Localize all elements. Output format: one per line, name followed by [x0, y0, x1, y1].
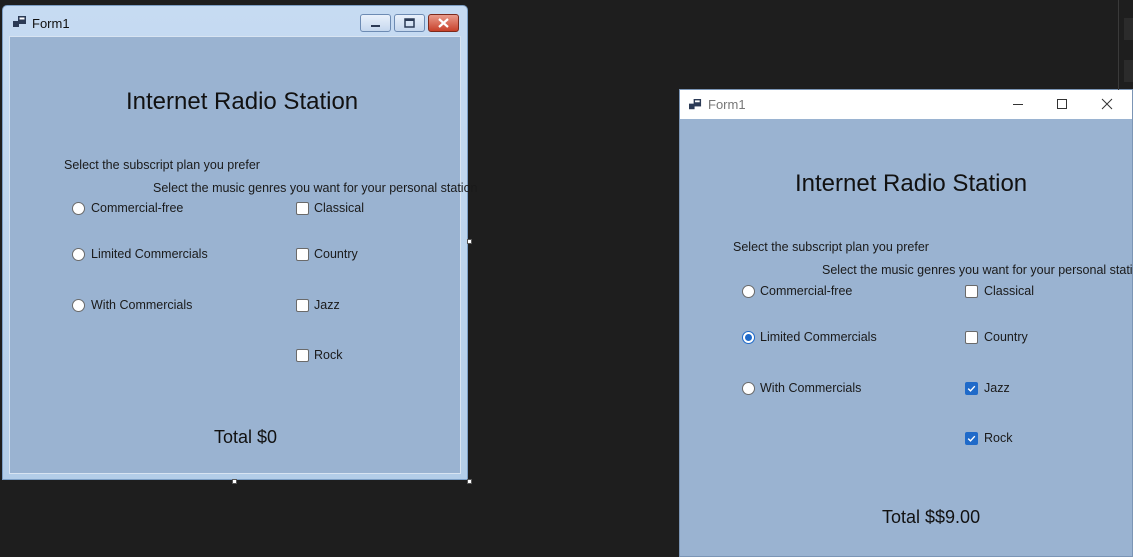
radio-label: With Commercials	[91, 298, 193, 312]
radio-label: Commercial-free	[760, 284, 853, 298]
maximize-button[interactable]	[394, 14, 425, 32]
form-heading: Internet Radio Station	[795, 170, 1028, 197]
designer-window-title: Form1	[32, 16, 70, 31]
close-button[interactable]	[428, 14, 459, 32]
radio-label: With Commercials	[760, 381, 862, 395]
checkmark-icon	[967, 385, 976, 392]
radio-label: Limited Commercials	[91, 247, 208, 261]
total-label: Total $0	[214, 427, 278, 447]
ide-panel-divider	[1118, 0, 1119, 90]
radio-button-circle[interactable]	[72, 202, 85, 215]
plan-prompt-label: Select the subscript plan you prefer	[733, 240, 929, 254]
form-app-icon	[689, 99, 702, 110]
checkbox-box-checked[interactable]	[965, 382, 978, 395]
checkbox-box[interactable]	[296, 248, 309, 261]
checkmark-icon	[967, 435, 976, 442]
radio-button-circle-selected[interactable]	[742, 331, 755, 344]
checkbox-label: Jazz	[314, 298, 340, 312]
close-icon	[1101, 98, 1113, 110]
minimize-button[interactable]	[996, 90, 1040, 119]
checkbox-label: Jazz	[984, 381, 1010, 395]
checkbox-label: Country	[984, 330, 1028, 344]
radio-button-circle[interactable]	[742, 382, 755, 395]
checkbox-box[interactable]	[965, 285, 978, 298]
minimize-button[interactable]	[360, 14, 391, 32]
checkbox-label: Classical	[314, 201, 365, 215]
maximize-icon	[1057, 99, 1067, 109]
ide-side-tab[interactable]	[1124, 60, 1133, 82]
genre-prompt-label: Select the music genres you want for you…	[153, 181, 478, 195]
close-icon	[438, 18, 449, 28]
designer-form-window[interactable]: Form1 Internet Radio Station Select the …	[2, 5, 477, 480]
checkbox-box[interactable]	[296, 349, 309, 362]
radio-button-circle[interactable]	[742, 285, 755, 298]
running-window-title: Form1	[708, 97, 746, 112]
ide-side-tab[interactable]	[1124, 18, 1133, 40]
resize-handle-right[interactable]	[467, 239, 472, 244]
total-label: Total $$9.00	[882, 507, 981, 527]
checkbox-label: Rock	[314, 348, 343, 362]
checkbox-label: Classical	[984, 284, 1035, 298]
radio-button-circle[interactable]	[72, 248, 85, 261]
form-app-icon	[13, 16, 26, 27]
form-heading: Internet Radio Station	[126, 88, 359, 115]
minimize-icon	[371, 25, 380, 27]
minimize-icon	[1013, 104, 1023, 105]
checkbox-box[interactable]	[296, 299, 309, 312]
checkbox-label: Rock	[984, 431, 1013, 445]
resize-handle-corner[interactable]	[467, 479, 472, 484]
radio-label: Commercial-free	[91, 201, 184, 215]
running-title-bar[interactable]: Form1	[680, 90, 1132, 119]
radio-button-circle[interactable]	[72, 299, 85, 312]
radio-selected-dot	[745, 334, 752, 341]
checkbox-label: Country	[314, 247, 358, 261]
close-button[interactable]	[1085, 90, 1129, 119]
maximize-button[interactable]	[1040, 90, 1084, 119]
running-form-client-area: Internet Radio Station Select the subscr…	[680, 119, 1133, 556]
resize-handle-bottom[interactable]	[232, 479, 237, 484]
designer-form-client-area: Internet Radio Station Select the subscr…	[9, 36, 477, 474]
designer-title-bar[interactable]: Form1	[3, 6, 467, 38]
checkbox-box[interactable]	[296, 202, 309, 215]
checkbox-box[interactable]	[965, 331, 978, 344]
plan-prompt-label: Select the subscript plan you prefer	[64, 158, 260, 172]
checkbox-box-checked[interactable]	[965, 432, 978, 445]
maximize-icon	[404, 18, 415, 28]
radio-label: Limited Commercials	[760, 330, 877, 344]
genre-prompt-label: Select the music genres you want for you…	[822, 263, 1133, 277]
running-form-window[interactable]: Form1 Internet Radio Station Select the …	[679, 89, 1133, 557]
